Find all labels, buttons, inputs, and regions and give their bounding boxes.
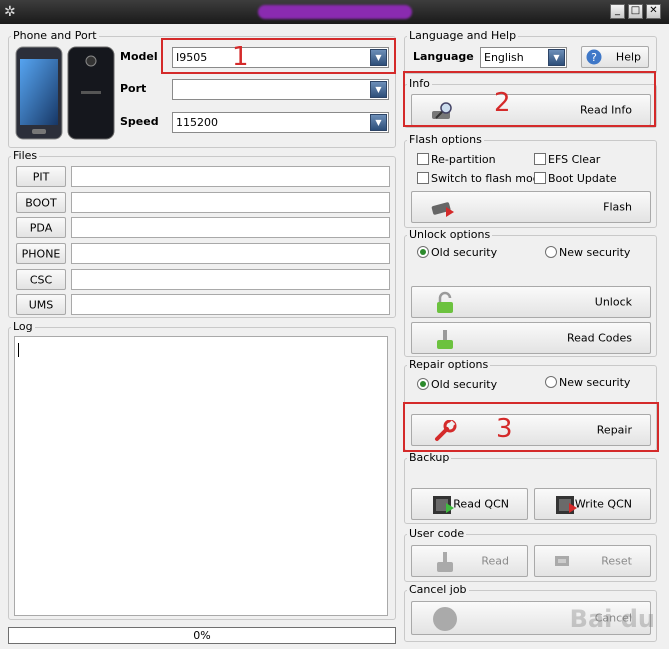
- radio-dot[interactable]: [545, 376, 557, 388]
- unlock-old-security-radio[interactable]: Old security: [417, 246, 497, 259]
- language-help-group: Language and Help Language English ▼ ? H…: [404, 29, 657, 74]
- gear-icon[interactable]: ✲: [4, 4, 16, 20]
- group-title: Log: [11, 320, 35, 334]
- user-code-read-button[interactable]: Read: [411, 545, 528, 577]
- write-qcn-button[interactable]: Write QCN: [534, 488, 651, 520]
- read-codes-button[interactable]: Read Codes: [411, 322, 651, 354]
- reset-icon: [555, 556, 569, 566]
- group-title: Unlock options: [407, 228, 493, 242]
- boot-button[interactable]: BOOT: [16, 192, 66, 213]
- unlock-icon: [437, 291, 453, 313]
- maximize-button[interactable]: □: [628, 4, 643, 19]
- language-label: Language: [413, 50, 474, 63]
- svg-text:?: ?: [591, 51, 597, 64]
- csc-button[interactable]: CSC: [16, 269, 66, 290]
- phone-button[interactable]: PHONE: [16, 243, 66, 264]
- group-title: Cancel job: [407, 583, 469, 597]
- port-select[interactable]: ▼: [172, 79, 389, 100]
- progress-bar: 0%: [8, 627, 396, 644]
- text-cursor: [18, 343, 19, 357]
- repartition-checkbox[interactable]: Re-partition: [417, 153, 496, 166]
- stop-icon: [433, 607, 457, 631]
- checkbox-box[interactable]: [534, 153, 546, 165]
- chevron-down-icon[interactable]: ▼: [370, 114, 387, 131]
- annotation-number-1: 1: [232, 42, 249, 72]
- unlock-new-security-radio[interactable]: New security: [545, 246, 630, 259]
- csc-path-input[interactable]: [71, 269, 390, 290]
- model-label: Model: [120, 50, 158, 63]
- port-label: Port: [120, 82, 147, 95]
- minimize-button[interactable]: _: [610, 4, 625, 19]
- read-icon: [437, 552, 453, 572]
- phone-image: [15, 46, 115, 140]
- backup-group: Backup Read QCN Write QCN: [404, 451, 657, 524]
- group-title: Backup: [407, 451, 452, 465]
- log-group: Log: [8, 320, 396, 620]
- switch-flash-mode-checkbox[interactable]: Switch to flash mode: [417, 172, 546, 185]
- user-code-group: User code Read Reset: [404, 527, 657, 582]
- speed-label: Speed: [120, 115, 159, 128]
- chevron-down-icon[interactable]: ▼: [548, 49, 565, 66]
- unlock-options-group: Unlock options Old security New security…: [404, 228, 657, 357]
- pda-button[interactable]: PDA: [16, 217, 66, 238]
- log-textarea[interactable]: [14, 336, 388, 616]
- read-qcn-button[interactable]: Read QCN: [411, 488, 528, 520]
- watermark-logo: Bai du: [569, 605, 655, 633]
- pit-button[interactable]: PIT: [16, 166, 66, 187]
- radio-dot[interactable]: [417, 378, 429, 390]
- annotation-box-3: [403, 402, 659, 452]
- unlock-button[interactable]: Unlock: [411, 286, 651, 318]
- group-title: Phone and Port: [11, 29, 99, 43]
- phone-path-input[interactable]: [71, 243, 390, 264]
- files-group: Files PIT BOOT PDA PHONE CSC UMS: [8, 149, 396, 318]
- help-button[interactable]: ? Help: [581, 46, 649, 68]
- flash-chip-icon: [431, 202, 454, 217]
- read-codes-icon: [437, 330, 453, 349]
- boot-update-checkbox[interactable]: Boot Update: [534, 172, 617, 185]
- repair-old-security-radio[interactable]: Old security: [417, 378, 497, 391]
- chip-read-icon: [433, 496, 454, 514]
- group-title: Repair options: [407, 358, 491, 372]
- checkbox-box[interactable]: [534, 172, 546, 184]
- pda-path-input[interactable]: [71, 217, 390, 238]
- repair-new-security-radio[interactable]: New security: [545, 376, 630, 389]
- ums-button[interactable]: UMS: [16, 294, 66, 315]
- radio-dot[interactable]: [545, 246, 557, 258]
- chevron-down-icon[interactable]: ▼: [370, 81, 387, 98]
- ums-path-input[interactable]: [71, 294, 390, 315]
- group-title: Language and Help: [407, 29, 519, 43]
- efs-clear-checkbox[interactable]: EFS Clear: [534, 153, 600, 166]
- annotation-box-2: [403, 71, 656, 127]
- title-bar: ✲ _ □ ✕: [0, 0, 669, 24]
- flash-button[interactable]: Flash: [411, 191, 651, 223]
- language-value: English: [484, 51, 524, 64]
- group-title: User code: [407, 527, 467, 541]
- checkbox-box[interactable]: [417, 172, 429, 184]
- close-button[interactable]: ✕: [646, 4, 661, 19]
- flash-options-group: Flash options Re-partition EFS Clear Swi…: [404, 133, 657, 228]
- boot-path-input[interactable]: [71, 192, 390, 213]
- annotation-box-1: [161, 38, 396, 74]
- language-select[interactable]: English ▼: [480, 47, 567, 68]
- group-title: Flash options: [407, 133, 484, 147]
- radio-dot[interactable]: [417, 246, 429, 258]
- annotation-number-3: 3: [496, 414, 513, 444]
- speed-select[interactable]: 115200 ▼: [172, 112, 389, 133]
- annotation-number-2: 2: [494, 88, 511, 118]
- speed-value: 115200: [176, 116, 218, 129]
- progress-text: 0%: [193, 629, 211, 642]
- user-code-reset-button[interactable]: Reset: [534, 545, 651, 577]
- help-icon: ?: [586, 49, 602, 65]
- group-title: Files: [11, 149, 40, 163]
- window-title-redacted: [258, 5, 412, 19]
- pit-path-input[interactable]: [71, 166, 390, 187]
- checkbox-box[interactable]: [417, 153, 429, 165]
